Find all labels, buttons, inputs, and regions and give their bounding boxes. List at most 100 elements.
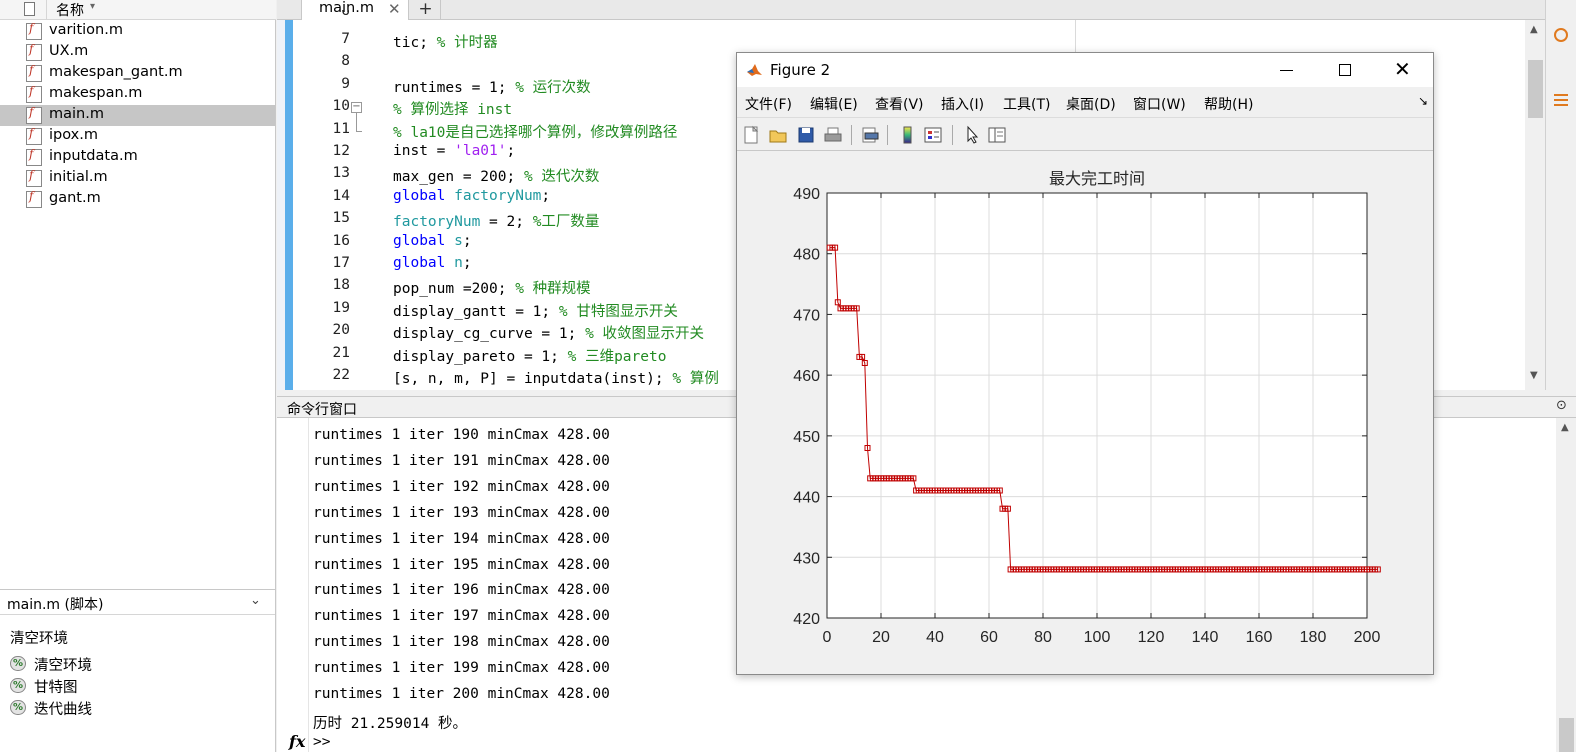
file-item[interactable]: UX.m [0, 42, 275, 63]
y-tick-label: 430 [793, 550, 820, 567]
figure-menu-item[interactable]: 编辑(E) [810, 94, 858, 114]
x-tick-label: 40 [926, 629, 944, 646]
figure-menu-item[interactable]: 查看(V) [875, 94, 924, 114]
figure-titlebar[interactable]: Figure 2 ✕ [737, 53, 1433, 87]
file-name: ipox.m [49, 127, 98, 143]
fold-guide [356, 113, 357, 131]
code-line[interactable]: display_gantt = 1; % 甘特图显示开关 [393, 300, 678, 321]
file-item[interactable]: initial.m [0, 168, 275, 189]
chevron-down-icon[interactable]: ⌄ [250, 593, 261, 608]
code-token: %工厂数量 [532, 214, 600, 231]
code-token: factoryNum [454, 187, 542, 204]
code-token: inst = [393, 143, 455, 159]
figure-toolbar [737, 117, 1433, 151]
code-line[interactable]: [s, n, m, P] = inputdata(inst); % 算例 [393, 367, 719, 388]
section-icon: % [10, 700, 26, 715]
details-bar[interactable]: main.m (脚本) ⌄ [0, 589, 275, 615]
command-prompt[interactable]: >> [313, 734, 330, 750]
close-icon[interactable]: ✕ [388, 0, 401, 18]
matlab-file-icon [26, 168, 42, 187]
file-name: varition.m [49, 22, 123, 38]
open-file-icon[interactable] [768, 125, 788, 145]
x-tick-label: 80 [1034, 629, 1052, 646]
y-tick-label: 480 [793, 247, 820, 264]
code-token: runtimes = 1; [393, 79, 516, 96]
figure-menu-item[interactable]: 帮助(H) [1204, 94, 1253, 114]
figure-menu-item[interactable]: 窗口(W) [1133, 94, 1186, 114]
scroll-thumb[interactable] [1528, 60, 1543, 118]
print-preview-icon[interactable] [860, 125, 880, 145]
scroll-up-icon[interactable]: ▲ [1561, 422, 1569, 433]
figure-canvas: 0 20 40 60 80 100 120 140 160 180 200 420 430 440 450 4… [737, 152, 1433, 674]
editor-scrollbar[interactable]: ▲ ▼ [1525, 20, 1545, 390]
code-line[interactable]: tic; % 计时器 [393, 31, 498, 52]
code-line[interactable]: inst = 'la01'; [393, 143, 515, 159]
code-line[interactable]: display_pareto = 1; % 三维pareto [393, 345, 666, 366]
outline-title: 清空环境 [10, 631, 68, 647]
code-line[interactable]: global s; [393, 233, 472, 249]
save-icon[interactable] [796, 125, 816, 145]
x-tick-label: 120 [1138, 629, 1165, 646]
analyzer-warning-icon[interactable] [1554, 94, 1568, 96]
sort-caret-icon[interactable]: ▾ [90, 1, 95, 12]
code-line[interactable]: % 算例选择 inst [393, 98, 512, 119]
code-token: ; [462, 255, 472, 271]
panel-menu-icon[interactable]: ⊙ [1556, 398, 1567, 413]
line-number: 19 [332, 299, 350, 316]
file-item[interactable]: makespan.m [0, 84, 275, 105]
file-list-header[interactable]: 名称 ▾ [0, 0, 276, 20]
maximize-icon[interactable] [1339, 64, 1351, 76]
colorbar-icon[interactable] [897, 125, 917, 145]
property-editor-icon[interactable] [987, 125, 1007, 145]
pointer-icon[interactable] [962, 125, 982, 145]
fold-toggle-icon[interactable]: − [351, 102, 362, 113]
close-icon[interactable]: ✕ [1394, 57, 1411, 81]
file-name: gant.m [49, 190, 101, 206]
analyzer-status-icon[interactable] [1554, 28, 1568, 42]
file-item[interactable]: makespan_gant.m [0, 63, 275, 84]
output-line: runtimes 1 iter 193 minCmax 428.00 [313, 504, 610, 521]
code-line[interactable]: max_gen = 200; % 迭代次数 [393, 165, 599, 186]
figure-menu-item[interactable]: 插入(I) [941, 94, 984, 114]
scroll-down-icon[interactable]: ▼ [1530, 370, 1538, 381]
file-item[interactable]: main.m [0, 105, 275, 126]
dock-figure-icon[interactable]: ↘ [1418, 94, 1428, 108]
scroll-up-icon[interactable]: ▲ [1530, 24, 1538, 35]
minimize-icon[interactable] [1280, 70, 1293, 71]
name-column-header[interactable]: 名称 [56, 0, 84, 20]
line-number: 18 [332, 277, 350, 294]
x-tick-label: 200 [1354, 629, 1381, 646]
code-line[interactable]: % la10是自己选择哪个算例，修改算例路径 [393, 121, 677, 142]
file-item[interactable]: varition.m [0, 21, 275, 42]
code-token: global [393, 232, 455, 249]
output-line: runtimes 1 iter 200 minCmax 428.00 [313, 686, 610, 702]
file-item[interactable]: gant.m [0, 189, 275, 210]
output-line: runtimes 1 iter 191 minCmax 428.00 [313, 452, 610, 469]
line-number: 22 [332, 367, 350, 383]
add-tab-button[interactable]: + [411, 0, 441, 20]
code-token: ; [506, 143, 516, 159]
details-file-label: main.m (脚本) [7, 597, 104, 613]
function-browser-icon[interactable]: fx [289, 732, 305, 751]
legend-icon[interactable] [923, 125, 943, 145]
figure-menu-item[interactable]: 文件(F) [745, 94, 792, 114]
code-line[interactable]: global factoryNum; [393, 188, 550, 204]
code-line[interactable]: display_cg_curve = 1; % 收敛图显示开关 [393, 322, 704, 343]
y-tick-label: 440 [793, 490, 820, 507]
line-number: 11 [332, 120, 350, 137]
code-line[interactable]: pop_num =200; % 种群规模 [393, 277, 591, 298]
breakpoint-gutter[interactable] [277, 20, 285, 390]
code-line[interactable]: global n; [393, 255, 472, 271]
figure-menu-item[interactable]: 桌面(D) [1066, 94, 1116, 114]
file-item[interactable]: ipox.m [0, 126, 275, 147]
code-token: display_cg_curve = 1; [393, 326, 586, 343]
line-number: 12 [332, 143, 350, 159]
code-line[interactable]: factoryNum = 2; %工厂数量 [393, 210, 599, 231]
command-scrollbar[interactable]: ▲ [1556, 418, 1576, 752]
file-item[interactable]: inputdata.m [0, 147, 275, 168]
code-line[interactable]: runtimes = 1; % 运行次数 [393, 76, 591, 97]
figure-menu-item[interactable]: 工具(T) [1003, 94, 1050, 114]
scroll-thumb[interactable] [1559, 718, 1574, 752]
new-figure-icon[interactable] [741, 125, 761, 145]
print-icon[interactable] [823, 125, 843, 145]
